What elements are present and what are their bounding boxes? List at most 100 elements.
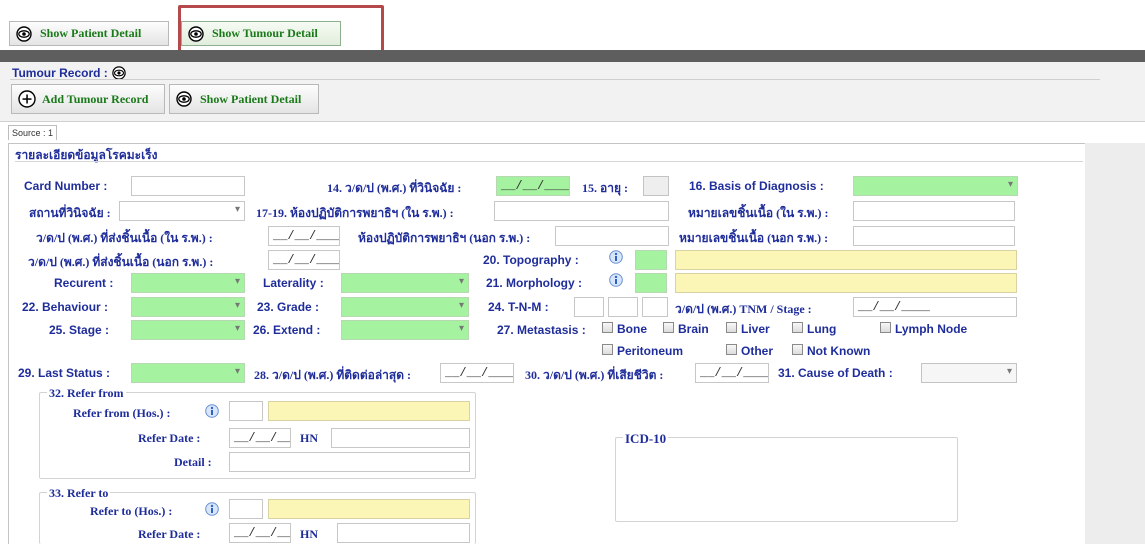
extend-label: 26. Extend : [253,323,321,337]
show-patient-detail-button[interactable]: Show Patient Detail [9,21,169,46]
grade-label: 23. Grade : [257,300,320,314]
morphology-label: 21. Morphology : [486,276,582,290]
refer-from-detail-input[interactable] [229,452,470,472]
refer-to-hos-code-input[interactable] [229,499,263,519]
behaviour-select[interactable] [131,297,245,317]
refer-to-date-label: Refer Date : [138,527,201,541]
lung-checkbox[interactable] [792,322,803,333]
refer-to-title: 33. Refer to [47,486,111,501]
other-checkbox[interactable] [726,344,737,355]
pathology-lab-out-label: ห้องปฏิบัติการพยาธิฯ (นอก ร.พ.) : [358,231,531,245]
laterality-label: Laterality : [263,276,324,290]
refer-from-date-label: Refer Date : [138,431,201,445]
not-known-checkbox[interactable] [792,344,803,355]
not-known-label: Not Known [807,344,871,358]
peritoneum-checkbox[interactable] [602,344,613,355]
pathology-lab-out-input[interactable] [555,226,669,246]
add-tumour-record-label: Add Tumour Record [42,91,149,106]
source-tab-strip [0,122,1145,144]
add-tumour-record-button[interactable]: Add Tumour Record [11,84,165,114]
refer-from-hos-code-input[interactable] [229,401,263,421]
pathology-lab-in-label: 17-19. ห้องปฏิบัติการพยาธิฯ (ใน ร.พ.) : [256,206,454,220]
refer-from-date-input[interactable]: __/__/____ [229,428,291,448]
refer-to-hos-name-input[interactable] [268,499,470,519]
lung-label: Lung [807,322,837,336]
behaviour-label: 22. Behaviour : [22,300,109,314]
icd10-title: ICD-10 [623,431,669,447]
tnm-n-input[interactable] [608,297,638,317]
recurent-select[interactable] [131,273,245,293]
refer-from-hos-label: Refer from (Hos.) : [73,406,171,420]
brain-checkbox[interactable] [663,322,674,333]
date-sent-out-input[interactable]: __/__/____ [268,250,340,270]
info-icon[interactable] [205,404,219,418]
refer-from-hos-name-input[interactable] [268,401,470,421]
cause-of-death-select[interactable] [921,363,1017,383]
refer-to-date-input[interactable]: __/__/____ [229,523,291,543]
peritoneum-label: Peritoneum [617,344,684,358]
lymph-node-label: Lymph Node [895,322,968,336]
bone-checkbox[interactable] [602,322,613,333]
lymph-node-checkbox[interactable] [880,322,891,333]
section-title: รายละเอียดข้อมูลโรคมะเร็ง [15,148,158,162]
tnm-t-input[interactable] [574,297,604,317]
extend-select[interactable] [341,320,469,340]
eye-icon [176,91,192,107]
specimen-no-out-label: หมายเลขชิ้นเนื้อ (นอก ร.พ.) : [679,231,829,245]
last-status-label: 29. Last Status : [18,366,111,380]
laterality-select[interactable] [341,273,469,293]
date-of-death-input[interactable]: __/__/____ [695,363,769,383]
stage-select[interactable] [131,320,245,340]
tnm-m-input[interactable] [642,297,668,317]
tnm-stage-date-input[interactable]: __/__/____ [853,297,1017,317]
info-icon[interactable] [609,273,623,287]
show-patient-detail-label: Show Patient Detail [40,26,142,40]
icd10-group [615,437,958,522]
liver-checkbox[interactable] [726,322,737,333]
basis-of-diagnosis-select[interactable] [853,176,1018,196]
refer-to-hn-label: HN [300,527,318,541]
morphology-desc-input[interactable] [675,273,1017,293]
diag-date-input[interactable]: __/__/____ [496,176,570,196]
refer-from-title: 32. Refer from [47,386,126,401]
last-contact-input[interactable]: __/__/____ [440,363,514,383]
place-of-diagnosis-select[interactable] [119,201,245,221]
cause-of-death-label: 31. Cause of Death : [778,366,893,380]
date-of-death-label: 30. ว/ด/ป (พ.ศ.) ที่เสียชีวิต : [525,368,664,382]
age-label: 15. อายุ : [582,181,628,195]
liver-label: Liver [741,322,770,336]
topography-label: 20. Topography : [483,253,579,267]
specimen-no-in-label: หมายเลขชิ้นเนื้อ (ใน ร.พ.) : [688,206,829,220]
age-input[interactable] [643,176,669,196]
place-of-diagnosis-label: สถานที่วินิจฉัย : [29,206,111,220]
pathology-lab-in-input[interactable] [494,201,669,221]
date-sent-out-label: ว/ด/ป (พ.ศ.) ที่ส่งชิ้นเนื้อ (นอก ร.พ.) … [28,255,214,269]
card-number-label: Card Number : [24,179,108,193]
refer-from-hn-input[interactable] [331,428,470,448]
source-tab[interactable]: Source : 1 [8,125,58,140]
topography-desc-input[interactable] [675,250,1017,270]
specimen-no-out-input[interactable] [853,226,1015,246]
morphology-code-input[interactable] [635,273,667,293]
tnm-stage-date-label: ว/ด/ป (พ.ศ.) TNM / Stage : [675,302,812,316]
info-icon[interactable] [205,502,219,516]
grade-select[interactable] [341,297,469,317]
top-toolbar [0,0,1145,50]
diag-date-label: 14. ว/ด/ป (พ.ศ.) ที่วินิจฉัย : [327,181,462,195]
show-patient-detail-button-2[interactable]: Show Patient Detail [169,84,319,114]
last-status-select[interactable] [131,363,245,383]
eye-icon [112,66,126,80]
splitter-bar[interactable] [0,50,1145,62]
bone-label: Bone [617,322,647,336]
refer-to-hn-input[interactable] [337,523,470,543]
right-gutter [1085,143,1145,544]
card-number-input[interactable] [131,176,245,196]
tumour-record-title: Tumour Record : [12,66,126,80]
specimen-no-in-input[interactable] [853,201,1015,221]
date-sent-in-input[interactable]: __/__/____ [268,226,340,246]
topography-code-input[interactable] [635,250,667,270]
info-icon[interactable] [609,250,623,264]
stage-label: 25. Stage : [49,323,110,337]
recurent-label: Recurent : [54,276,114,290]
refer-to-hos-label: Refer to (Hos.) : [90,504,173,518]
